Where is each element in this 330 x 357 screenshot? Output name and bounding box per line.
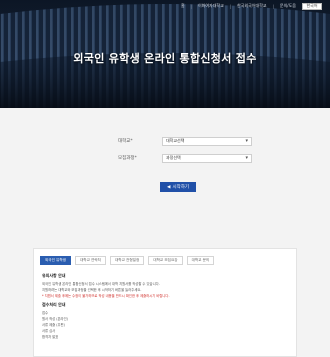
info-tabs: 외국인 유학생 대학교 연락처 대학교 전형일정 대학교 모집요강 대학교 문의	[40, 256, 215, 265]
university-row: 대학교* 대학교선택 ▾	[92, 136, 252, 146]
program-select-value: 과정선택	[166, 155, 181, 160]
tab-contacts[interactable]: 대학교 연락처	[74, 256, 106, 265]
home-link[interactable]: 홈	[181, 3, 185, 9]
separator: |	[229, 3, 232, 9]
univ-link-1[interactable]: 이화여자대학교	[198, 3, 224, 9]
chevron-down-icon: ▾	[245, 155, 248, 161]
start-button-label: 시작하기	[172, 184, 190, 189]
arrow-left-icon: ◀	[166, 184, 171, 189]
page-title: 외국인 유학생 온라인 통합신청서 접수	[73, 52, 257, 65]
process-step: 합격자 발표	[42, 335, 59, 339]
notice-heading: 유의사항 안내	[42, 273, 66, 278]
selection-form: 대학교* 대학교선택 ▾ 모집과정* 과정선택 ▾ ◀ 시작하기	[92, 118, 252, 206]
program-label: 모집과정*	[118, 156, 137, 161]
tab-foreign-students[interactable]: 외국인 유학생	[40, 256, 71, 265]
language-select[interactable]: 한국어	[302, 2, 322, 10]
help-link[interactable]: 문의/도움	[280, 3, 296, 9]
chevron-down-icon: ▾	[245, 138, 248, 144]
separator: |	[190, 3, 192, 9]
process-heading: 접수처리 안내	[42, 302, 66, 307]
university-select-value: 대학교선택	[166, 138, 185, 143]
program-select[interactable]: 과정선택 ▾	[162, 153, 252, 163]
start-button[interactable]: ◀ 시작하기	[160, 182, 196, 192]
info-content: 유의사항 안내 외국인 유학생 온라인 통합신청서 접수 시스템에서 대학 지원…	[42, 273, 290, 340]
university-select[interactable]: 대학교선택 ▾	[162, 136, 252, 146]
info-panel: 외국인 유학생 대학교 연락처 대학교 전형일정 대학교 모집요강 대학교 문의…	[33, 248, 297, 357]
top-utility-bar: 홈 | 이화여자대학교 | 한국외국어대학교 | 문의/도움 한국어	[0, 0, 330, 12]
tab-guidelines[interactable]: 대학교 모집요강	[148, 256, 183, 265]
university-label: 대학교*	[118, 139, 133, 144]
separator: |	[272, 3, 274, 9]
hero-banner: 홈 | 이화여자대학교 | 한국외국어대학교 | 문의/도움 한국어 외국인 유…	[0, 0, 330, 108]
program-row: 모집과정* 과정선택 ▾	[92, 153, 252, 163]
tab-inquiry[interactable]: 대학교 문의	[186, 256, 215, 265]
univ-link-2[interactable]: 한국외국어대학교	[237, 3, 266, 9]
tab-schedule[interactable]: 대학교 전형일정	[109, 256, 145, 265]
